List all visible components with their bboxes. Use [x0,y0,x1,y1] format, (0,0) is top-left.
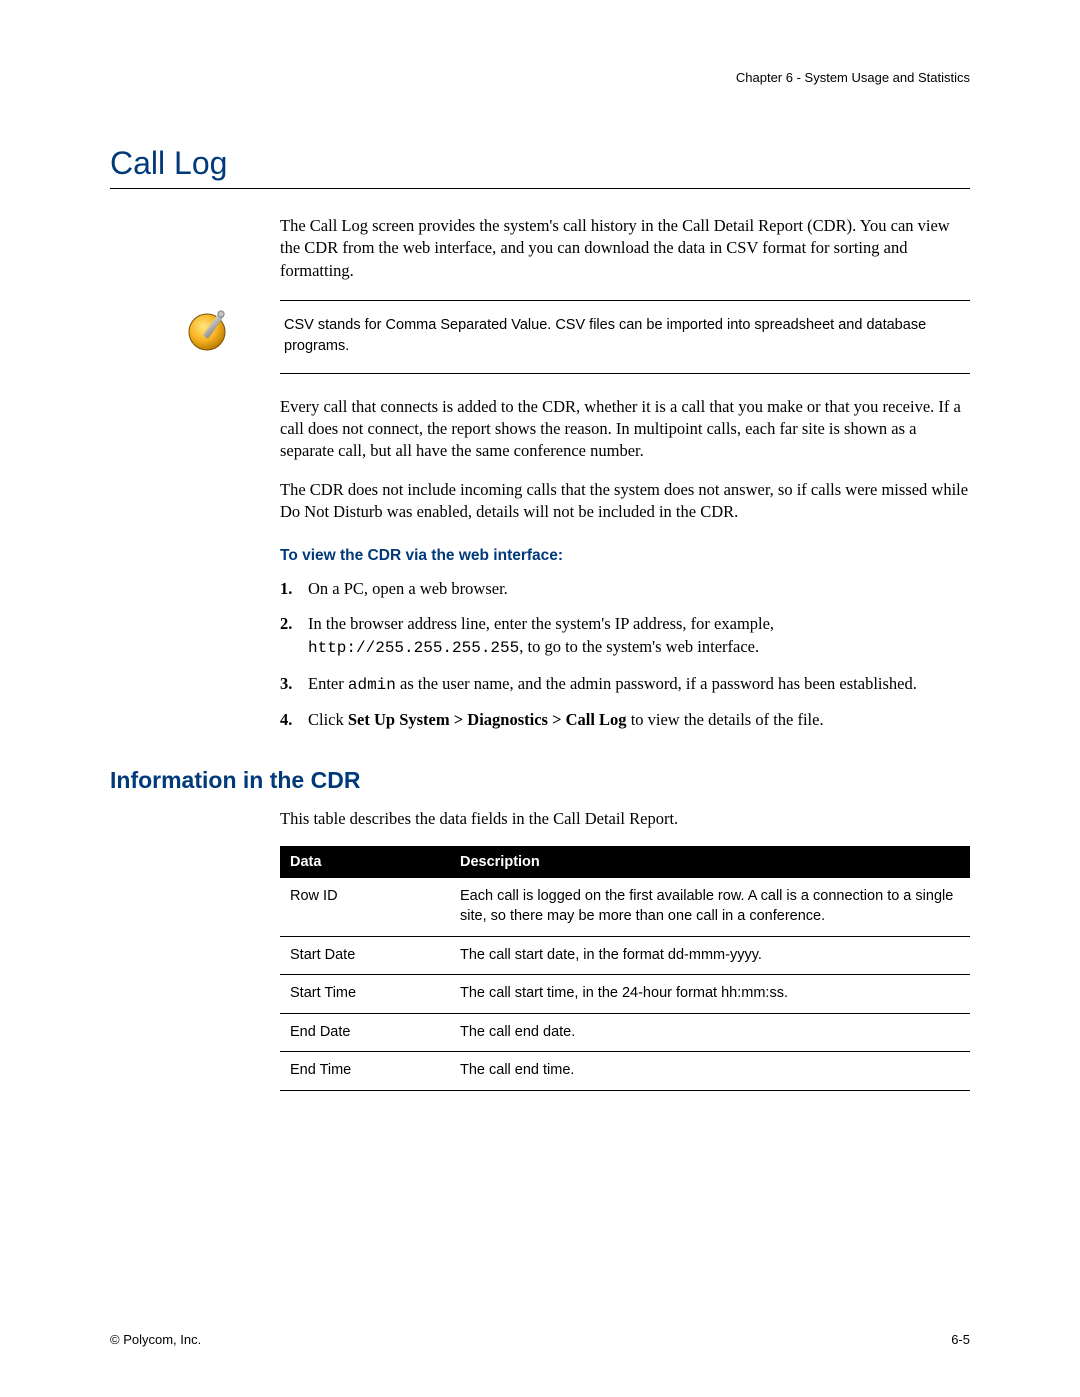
step-3: Enter admin as the user name, and the ad… [280,672,970,696]
note-text: CSV stands for Comma Separated Value. CS… [280,300,970,374]
note-icon [185,306,233,354]
table-row: Start Date The call start date, in the f… [280,936,970,975]
cell-data: Start Date [280,936,450,975]
step-2-text-b: , to go to the system's web interface. [519,637,759,656]
table-row: Row ID Each call is logged on the first … [280,878,970,936]
step-4-bold: Set Up System > Diagnostics > Call Log [348,710,627,729]
cdr-table: Data Description Row ID Each call is log… [280,846,970,1090]
footer-copyright: © Polycom, Inc. [110,1332,201,1347]
cell-desc: The call start date, in the format dd-mm… [450,936,970,975]
cell-desc: The call end time. [450,1052,970,1091]
step-2: In the browser address line, enter the s… [280,612,970,659]
cell-data: Start Time [280,975,450,1014]
cell-desc: The call end date. [450,1013,970,1052]
subsection-title: Information in the CDR [110,767,970,794]
step-4: Click Set Up System > Diagnostics > Call… [280,708,970,731]
intro-paragraph: The Call Log screen provides the system'… [280,215,970,282]
cell-desc: Each call is logged on the first availab… [450,878,970,936]
step-3-text-b: as the user name, and the admin password… [396,674,917,693]
body-paragraph-2: Every call that connects is added to the… [280,396,970,463]
chapter-header: Chapter 6 - System Usage and Statistics [110,70,970,85]
step-1: On a PC, open a web browser. [280,577,970,600]
table-row: End Date The call end date. [280,1013,970,1052]
steps-list: On a PC, open a web browser. In the brow… [280,577,970,731]
step-2-text-a: In the browser address line, enter the s… [308,614,774,633]
table-header-row: Data Description [280,846,970,878]
cell-data: End Time [280,1052,450,1091]
step-3-code: admin [348,676,396,694]
note-block: CSV stands for Comma Separated Value. CS… [280,300,970,374]
task-heading: To view the CDR via the web interface: [280,547,970,565]
body-paragraph-3: The CDR does not include incoming calls … [280,479,970,524]
footer-page-number: 6-5 [951,1332,970,1347]
cell-desc: The call start time, in the 24-hour form… [450,975,970,1014]
th-description: Description [450,846,970,878]
step-2-code: http://255.255.255.255 [308,639,519,657]
step-3-text-a: Enter [308,674,348,693]
cell-data: End Date [280,1013,450,1052]
step-4-text-b: to view the details of the file. [627,710,824,729]
step-4-text-a: Click [308,710,348,729]
table-row: Start Time The call start time, in the 2… [280,975,970,1014]
section-title: Call Log [110,145,970,189]
cell-data: Row ID [280,878,450,936]
th-data: Data [280,846,450,878]
table-row: End Time The call end time. [280,1052,970,1091]
subsection-intro: This table describes the data fields in … [280,808,970,830]
page-footer: © Polycom, Inc. 6-5 [110,1332,970,1347]
